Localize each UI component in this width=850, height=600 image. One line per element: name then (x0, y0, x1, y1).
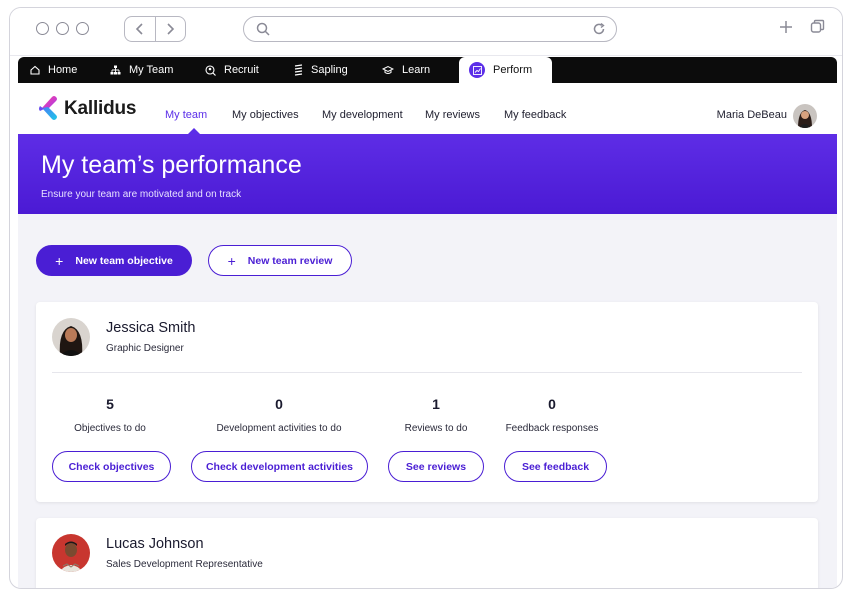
org-chart-icon (110, 65, 121, 75)
member-name: Lucas Johnson (106, 536, 204, 552)
nav-my-reviews[interactable]: My reviews (425, 109, 480, 121)
page-subtitle: Ensure your team are motivated and on tr… (41, 189, 242, 200)
search-icon (256, 22, 270, 36)
nav-my-development[interactable]: My development (322, 109, 403, 121)
kallidus-logo-mark (39, 96, 57, 120)
brand-name: Kallidus (64, 98, 137, 119)
back-button[interactable] (125, 17, 155, 41)
browser-window: Home My Team Recruit Sapling Learn Perfo… (9, 7, 843, 589)
member-role: Graphic Designer (106, 343, 184, 354)
team-member-card: Lucas Johnson Sales Development Represen… (36, 518, 818, 588)
stat-label: Feedback responses (505, 423, 599, 434)
nav-my-objectives[interactable]: My objectives (232, 109, 299, 121)
button-label: New team review (247, 254, 333, 267)
user-avatar[interactable] (793, 104, 817, 128)
stat-reviews: 1 Reviews to do (396, 396, 476, 434)
tab-label: Home (48, 64, 78, 76)
plus-icon: + (227, 252, 236, 269)
member-name: Jessica Smith (106, 320, 196, 336)
stat-value: 0 (548, 396, 556, 412)
see-feedback-button[interactable]: See feedback (504, 451, 607, 482)
stat-label: Objectives to do (74, 423, 146, 434)
stat-value: 5 (106, 396, 114, 412)
new-team-objective-button[interactable]: + New team objective (36, 245, 192, 276)
check-objectives-button[interactable]: Check objectives (52, 451, 171, 482)
app-header: Kallidus My team My objectives My develo… (18, 83, 837, 135)
member-role: Sales Development Representative (106, 559, 263, 570)
hero-banner: My team’s performance Ensure your team a… (18, 134, 837, 214)
perform-icon (469, 62, 485, 78)
nav-my-team[interactable]: My team (165, 109, 207, 121)
see-reviews-button[interactable]: See reviews (388, 451, 484, 482)
learn-icon (382, 65, 394, 75)
tab-label: My Team (129, 64, 174, 76)
window-close-control[interactable] (36, 22, 49, 35)
tab-learn[interactable]: Learn (382, 57, 430, 83)
new-team-review-button[interactable]: + New team review (208, 245, 352, 276)
product-tab-bar: Home My Team Recruit Sapling Learn Perfo… (18, 57, 837, 83)
tab-my-team[interactable]: My Team (110, 57, 173, 83)
browser-toolbar (10, 8, 842, 56)
browser-nav-buttons (124, 16, 186, 42)
window-maximize-control[interactable] (76, 22, 89, 35)
nav-my-feedback[interactable]: My feedback (504, 109, 566, 121)
sapling-icon (294, 64, 303, 76)
stat-value: 0 (275, 396, 283, 412)
stat-objectives: 5 Objectives to do (74, 396, 146, 434)
recruit-icon (205, 64, 216, 76)
member-avatar (52, 318, 90, 356)
reload-icon[interactable] (592, 22, 606, 36)
stat-label: Development activities to do (216, 423, 342, 434)
main-content: + New team objective + New team review J… (18, 214, 837, 588)
stat-value: 1 (432, 396, 440, 412)
tab-label: Perform (493, 64, 533, 76)
chevron-right-icon (167, 23, 175, 35)
home-icon (30, 65, 40, 75)
forward-button[interactable] (154, 17, 186, 41)
chevron-left-icon (135, 23, 143, 35)
stat-feedback: 0 Feedback responses (502, 396, 602, 434)
kallidus-logo[interactable]: Kallidus (38, 95, 137, 123)
tab-label: Learn (402, 64, 431, 76)
tab-home[interactable]: Home (30, 57, 77, 83)
tab-sapling[interactable]: Sapling (294, 57, 348, 83)
button-label: New team objective (75, 254, 173, 267)
tab-label: Recruit (224, 64, 259, 76)
user-name[interactable]: Maria DeBeau (717, 109, 787, 121)
stat-label: Reviews to do (404, 423, 468, 434)
tab-overview-icon[interactable] (810, 19, 825, 34)
team-member-card: Jessica Smith Graphic Designer 5 Objecti… (36, 302, 818, 502)
tab-label: Sapling (311, 64, 348, 76)
member-avatar (52, 534, 90, 572)
new-tab-icon[interactable] (778, 19, 794, 35)
address-bar[interactable] (243, 16, 617, 42)
window-minimize-control[interactable] (56, 22, 69, 35)
check-development-activities-button[interactable]: Check development activities (191, 451, 368, 482)
stat-development: 0 Development activities to do (212, 396, 346, 434)
tab-recruit[interactable]: Recruit (205, 57, 259, 83)
card-divider (52, 372, 802, 373)
plus-icon: + (55, 252, 64, 269)
tab-perform[interactable]: Perform (459, 57, 553, 83)
page-title: My team’s performance (41, 151, 302, 179)
